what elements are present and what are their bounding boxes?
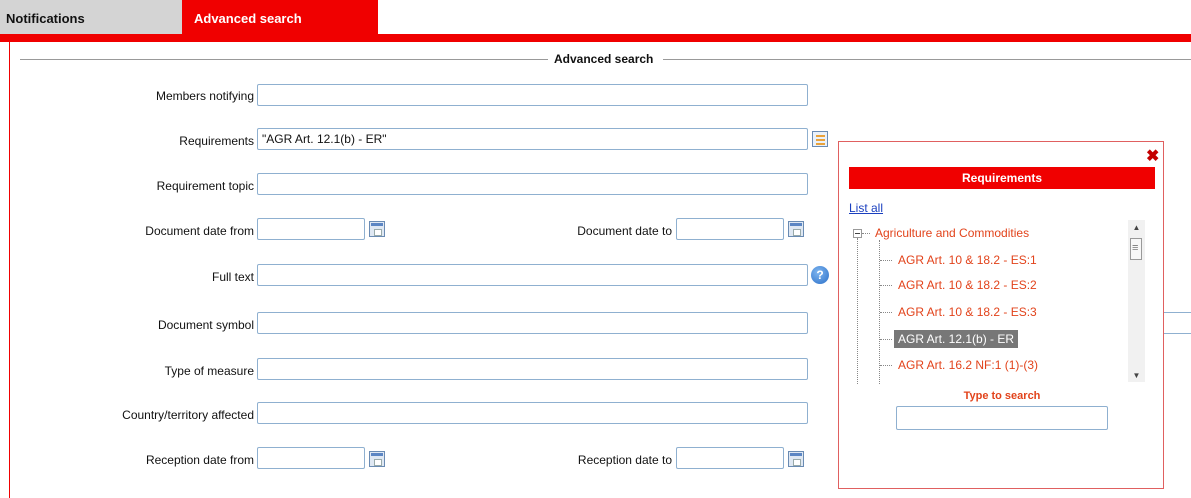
tree-item[interactable]: AGR Art. 10 & 18.2 - ES:3 [898, 305, 1037, 319]
requirement-topic-label: Requirement topic [156, 179, 254, 193]
reception-date-from-label: Reception date from [145, 453, 254, 467]
list-all-link[interactable]: List all [849, 201, 883, 215]
members-notifying-label: Members notifying [155, 89, 254, 103]
requirements-input[interactable] [257, 128, 808, 150]
full-text-label: Full text [211, 270, 254, 284]
tree-item[interactable]: AGR Art. 10 & 18.2 - ES:1 [898, 253, 1037, 267]
scroll-up-icon[interactable]: ▲ [1128, 222, 1145, 234]
tree-item-selected[interactable]: AGR Art. 12.1(b) - ER [894, 330, 1019, 348]
tree-collapse-icon[interactable] [853, 229, 862, 238]
tab-notifications[interactable]: Notifications [0, 0, 182, 36]
scroll-thumb[interactable] [1130, 238, 1142, 260]
document-symbol-label: Document symbol [157, 318, 254, 332]
requirements-label: Requirements [179, 134, 254, 148]
country-territory-affected-label: Country/territory affected [122, 408, 254, 422]
legend-line-right [663, 59, 1191, 60]
requirements-list-icon[interactable] [812, 131, 828, 147]
tree-connector [880, 339, 892, 340]
popup-title: Requirements [849, 167, 1155, 189]
tab-underline-bar [0, 34, 1191, 42]
members-notifying-input[interactable] [257, 84, 808, 106]
document-date-to-input[interactable] [676, 218, 784, 240]
document-date-from-input[interactable] [257, 218, 365, 240]
tree-item[interactable]: AGR Art. 16.2 NF:1 (1)-(3) [898, 358, 1038, 372]
close-icon[interactable]: ✖ [1146, 146, 1159, 166]
reception-date-to-input[interactable] [676, 447, 784, 469]
type-to-search-label: Type to search [963, 390, 1041, 402]
tab-advanced-search-label: Advanced search [194, 11, 302, 26]
requirement-topic-input[interactable] [257, 173, 808, 195]
reception-date-from-input[interactable] [257, 447, 365, 469]
type-of-measure-label: Type of measure [164, 364, 254, 378]
scroll-down-icon[interactable]: ▼ [1128, 370, 1145, 382]
hidden-field-edge [1163, 312, 1191, 334]
type-of-measure-input[interactable] [257, 358, 808, 380]
document-date-from-calendar-icon[interactable] [369, 221, 385, 237]
reception-date-to-calendar-icon[interactable] [788, 451, 804, 467]
tab-advanced-search[interactable]: Advanced search [182, 0, 378, 36]
tree-connector [862, 233, 870, 234]
country-territory-affected-input[interactable] [257, 402, 808, 424]
reception-date-from-calendar-icon[interactable] [369, 451, 385, 467]
tree-connector [880, 312, 892, 313]
help-icon[interactable]: ? [811, 266, 829, 284]
tree-item[interactable]: AGR Art. 10 & 18.2 - ES:2 [898, 278, 1037, 292]
tree-connector [880, 260, 892, 261]
full-text-input[interactable] [257, 264, 808, 286]
type-to-search-input[interactable] [896, 406, 1108, 430]
tab-notifications-label: Notifications [6, 11, 85, 26]
tree-connector [880, 365, 892, 366]
reception-date-to-label: Reception date to [577, 453, 672, 467]
tree-parent-item[interactable]: Agriculture and Commodities [875, 226, 1029, 240]
document-date-to-calendar-icon[interactable] [788, 221, 804, 237]
panel-left-border [9, 42, 10, 498]
tree-connector [880, 285, 892, 286]
document-symbol-input[interactable] [257, 312, 808, 334]
legend-line-left [20, 59, 548, 60]
document-date-from-label: Document date from [145, 224, 254, 238]
tree-guide-line [857, 238, 858, 384]
document-date-to-label: Document date to [577, 224, 672, 238]
fieldset-legend: Advanced search [554, 52, 654, 66]
